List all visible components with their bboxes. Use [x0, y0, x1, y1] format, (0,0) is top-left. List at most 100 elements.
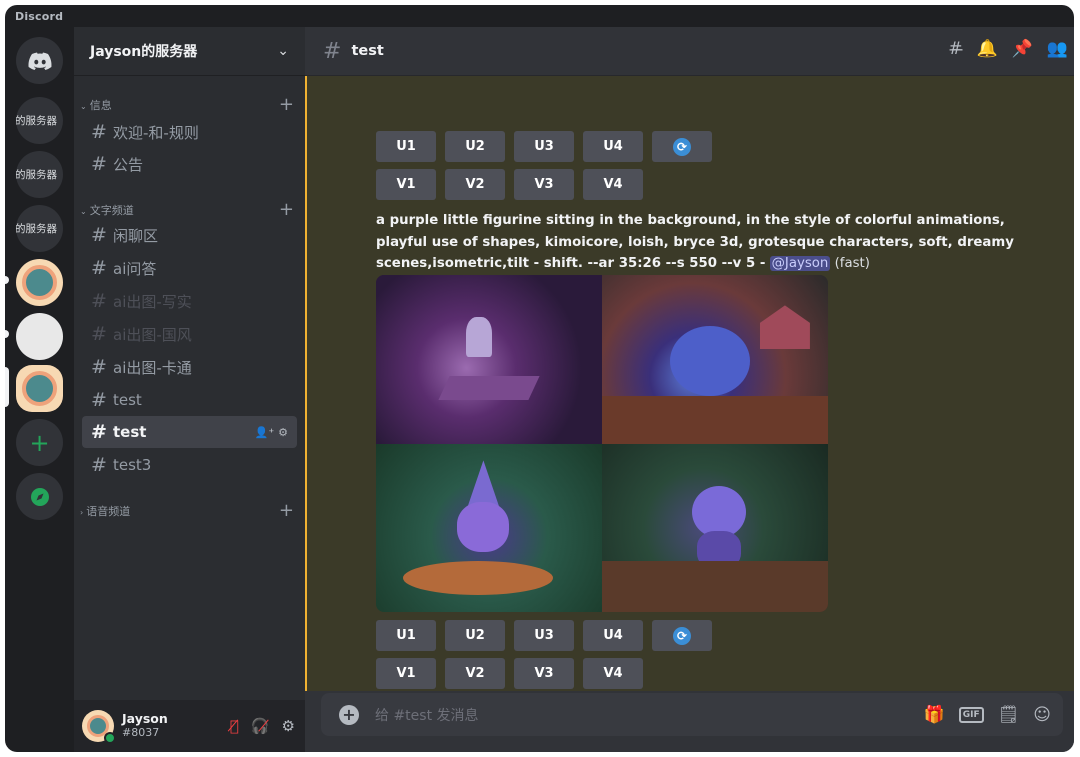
channel-item[interactable]: # 公告 [82, 148, 297, 180]
unread-pill [5, 276, 9, 284]
v2-button[interactable]: V2 [445, 658, 505, 689]
generated-image-3[interactable] [376, 443, 602, 612]
category-text[interactable]: ⌄ 文字频道 + [80, 199, 296, 220]
generated-image-2[interactable] [602, 275, 828, 444]
v4-button[interactable]: V4 [583, 169, 643, 200]
v1-button[interactable]: V1 [376, 658, 436, 689]
members-icon[interactable]: 👥 [1047, 39, 1068, 59]
v3-button[interactable]: V3 [514, 169, 574, 200]
upload-plus-icon[interactable]: + [339, 704, 359, 725]
server-label: 的服务器 [16, 115, 57, 127]
invite-icon[interactable]: 👤⁺ [255, 426, 275, 439]
channel-item[interactable]: # test3 [82, 449, 297, 481]
gif-icon[interactable]: GIF [958, 706, 984, 723]
server-avatar-mosaic[interactable] [16, 313, 63, 360]
channel-item-muted[interactable]: # ai出图-写实 [82, 285, 297, 317]
channel-label: 公告 [113, 155, 144, 174]
u4-button[interactable]: U4 [583, 620, 643, 651]
user-panel: Jayson #8037 🎙̸ 🎧̸ ⚙ [74, 700, 305, 752]
channel-label: test [113, 391, 142, 409]
message-content: a purple little figurine sitting in the … [376, 210, 1036, 275]
image-grid[interactable] [376, 275, 828, 612]
chat-area: # test #̶ 🔔 📌 👥 U1 U2 U3 U4 ⟳ V1 V2 V3 V… [305, 27, 1074, 752]
speed-label: (fast) [834, 256, 870, 271]
server-avatar[interactable] [16, 259, 63, 306]
channel-label: ai出图-写实 [113, 292, 192, 311]
u2-button[interactable]: U2 [445, 620, 505, 651]
v4-button[interactable]: V4 [583, 658, 643, 689]
user-mention[interactable]: @Jayson [769, 256, 831, 271]
hash-icon: # [91, 389, 107, 411]
channel-item[interactable]: # ai出图-卡通 [82, 351, 297, 383]
category-label: 文字频道 [89, 203, 134, 217]
explore-servers-button[interactable] [16, 473, 63, 520]
sticker-icon[interactable]: 🗒 [998, 705, 1020, 725]
generated-image-1[interactable] [376, 275, 602, 444]
image-grid-previous[interactable] [376, 76, 828, 123]
discord-home-button[interactable] [16, 37, 63, 84]
add-channel-icon[interactable]: + [279, 199, 294, 220]
channel-item[interactable]: # ai问答 [82, 252, 297, 284]
message-composer[interactable]: + 给 #test 发消息 🎁 GIF 🗒 ☺ [321, 693, 1063, 736]
server-item[interactable]: 的服务器 [16, 205, 63, 252]
bell-icon[interactable]: 🔔 [976, 39, 997, 59]
chevron-icon: ⌄ [80, 101, 87, 111]
guild-header[interactable]: Jayson的服务器 ⌄ [74, 27, 305, 76]
v3-button[interactable]: V3 [514, 658, 574, 689]
category-info[interactable]: ⌄ 信息 + [80, 94, 296, 115]
add-channel-icon[interactable]: + [279, 500, 294, 521]
channel-header: # test #̶ 🔔 📌 👥 [305, 27, 1074, 76]
reroll-button[interactable]: ⟳ [652, 131, 712, 162]
u1-button[interactable]: U1 [376, 620, 436, 651]
u4-button[interactable]: U4 [583, 131, 643, 162]
user-tag: #8037 [122, 726, 160, 739]
chevron-right-icon: › [80, 507, 84, 517]
variation-row: V1 V2 V3 V4 [376, 169, 643, 200]
hash-icon: # [323, 38, 342, 64]
channel-item-active[interactable]: # test 👤⁺ ⚙ [82, 416, 297, 448]
headphones-deafened-icon[interactable]: 🎧̸ [251, 717, 270, 735]
server-avatar-selected[interactable] [16, 365, 63, 412]
pin-icon[interactable]: 📌 [1012, 39, 1033, 59]
add-channel-icon[interactable]: + [279, 94, 294, 115]
hash-icon: # [91, 224, 107, 246]
selected-pill [5, 367, 9, 407]
u3-button[interactable]: U3 [514, 131, 574, 162]
channel-item-muted[interactable]: # ai出图-国风 [82, 318, 297, 350]
gear-icon[interactable]: ⚙ [278, 426, 288, 439]
channel-label: test3 [113, 456, 152, 474]
reroll-button[interactable]: ⟳ [652, 620, 712, 651]
emoji-icon[interactable]: ☺ [1033, 705, 1051, 725]
server-item[interactable]: 的服务器 [16, 151, 63, 198]
gift-icon[interactable]: 🎁 [924, 705, 945, 725]
channel-sidebar: Jayson的服务器 ⌄ ⌄ 信息 + # 欢迎-和-规则 # 公告 ⌄ 文字频道 + … [74, 27, 305, 752]
generated-image-4[interactable] [602, 443, 828, 612]
channel-label: 欢迎-和-规则 [113, 123, 199, 142]
upscale-row: U1 U2 U3 U4 ⟳ [376, 620, 712, 651]
refresh-icon: ⟳ [673, 137, 691, 156]
plus-icon: + [29, 428, 50, 457]
v1-button[interactable]: V1 [376, 169, 436, 200]
channel-item[interactable]: # test [82, 384, 297, 416]
u2-button[interactable]: U2 [445, 131, 505, 162]
u3-button[interactable]: U3 [514, 620, 574, 651]
threads-icon[interactable]: #̶ [948, 39, 962, 59]
hash-icon: # [91, 121, 107, 143]
variation-row: V1 V2 V3 V4 [376, 658, 643, 689]
message-input[interactable]: 给 #test 发消息 [375, 705, 479, 725]
hash-icon: # [91, 356, 107, 378]
user-avatar[interactable] [82, 710, 116, 744]
add-server-button[interactable]: + [16, 419, 63, 466]
server-rail: 的服务器 的服务器 的服务器 + [5, 27, 74, 752]
channel-item[interactable]: # 欢迎-和-规则 [82, 116, 297, 148]
server-item[interactable]: 的服务器 [16, 97, 63, 144]
v2-button[interactable]: V2 [445, 169, 505, 200]
category-voice[interactable]: › 语音频道 + [80, 500, 296, 521]
username: Jayson [122, 711, 168, 726]
u1-button[interactable]: U1 [376, 131, 436, 162]
announcement-icon: # [91, 153, 107, 175]
mic-muted-icon[interactable]: 🎙̸ [230, 717, 239, 735]
gear-icon[interactable]: ⚙ [282, 717, 295, 735]
channel-label: ai问答 [113, 259, 157, 278]
channel-item[interactable]: # 闲聊区 [82, 219, 297, 251]
